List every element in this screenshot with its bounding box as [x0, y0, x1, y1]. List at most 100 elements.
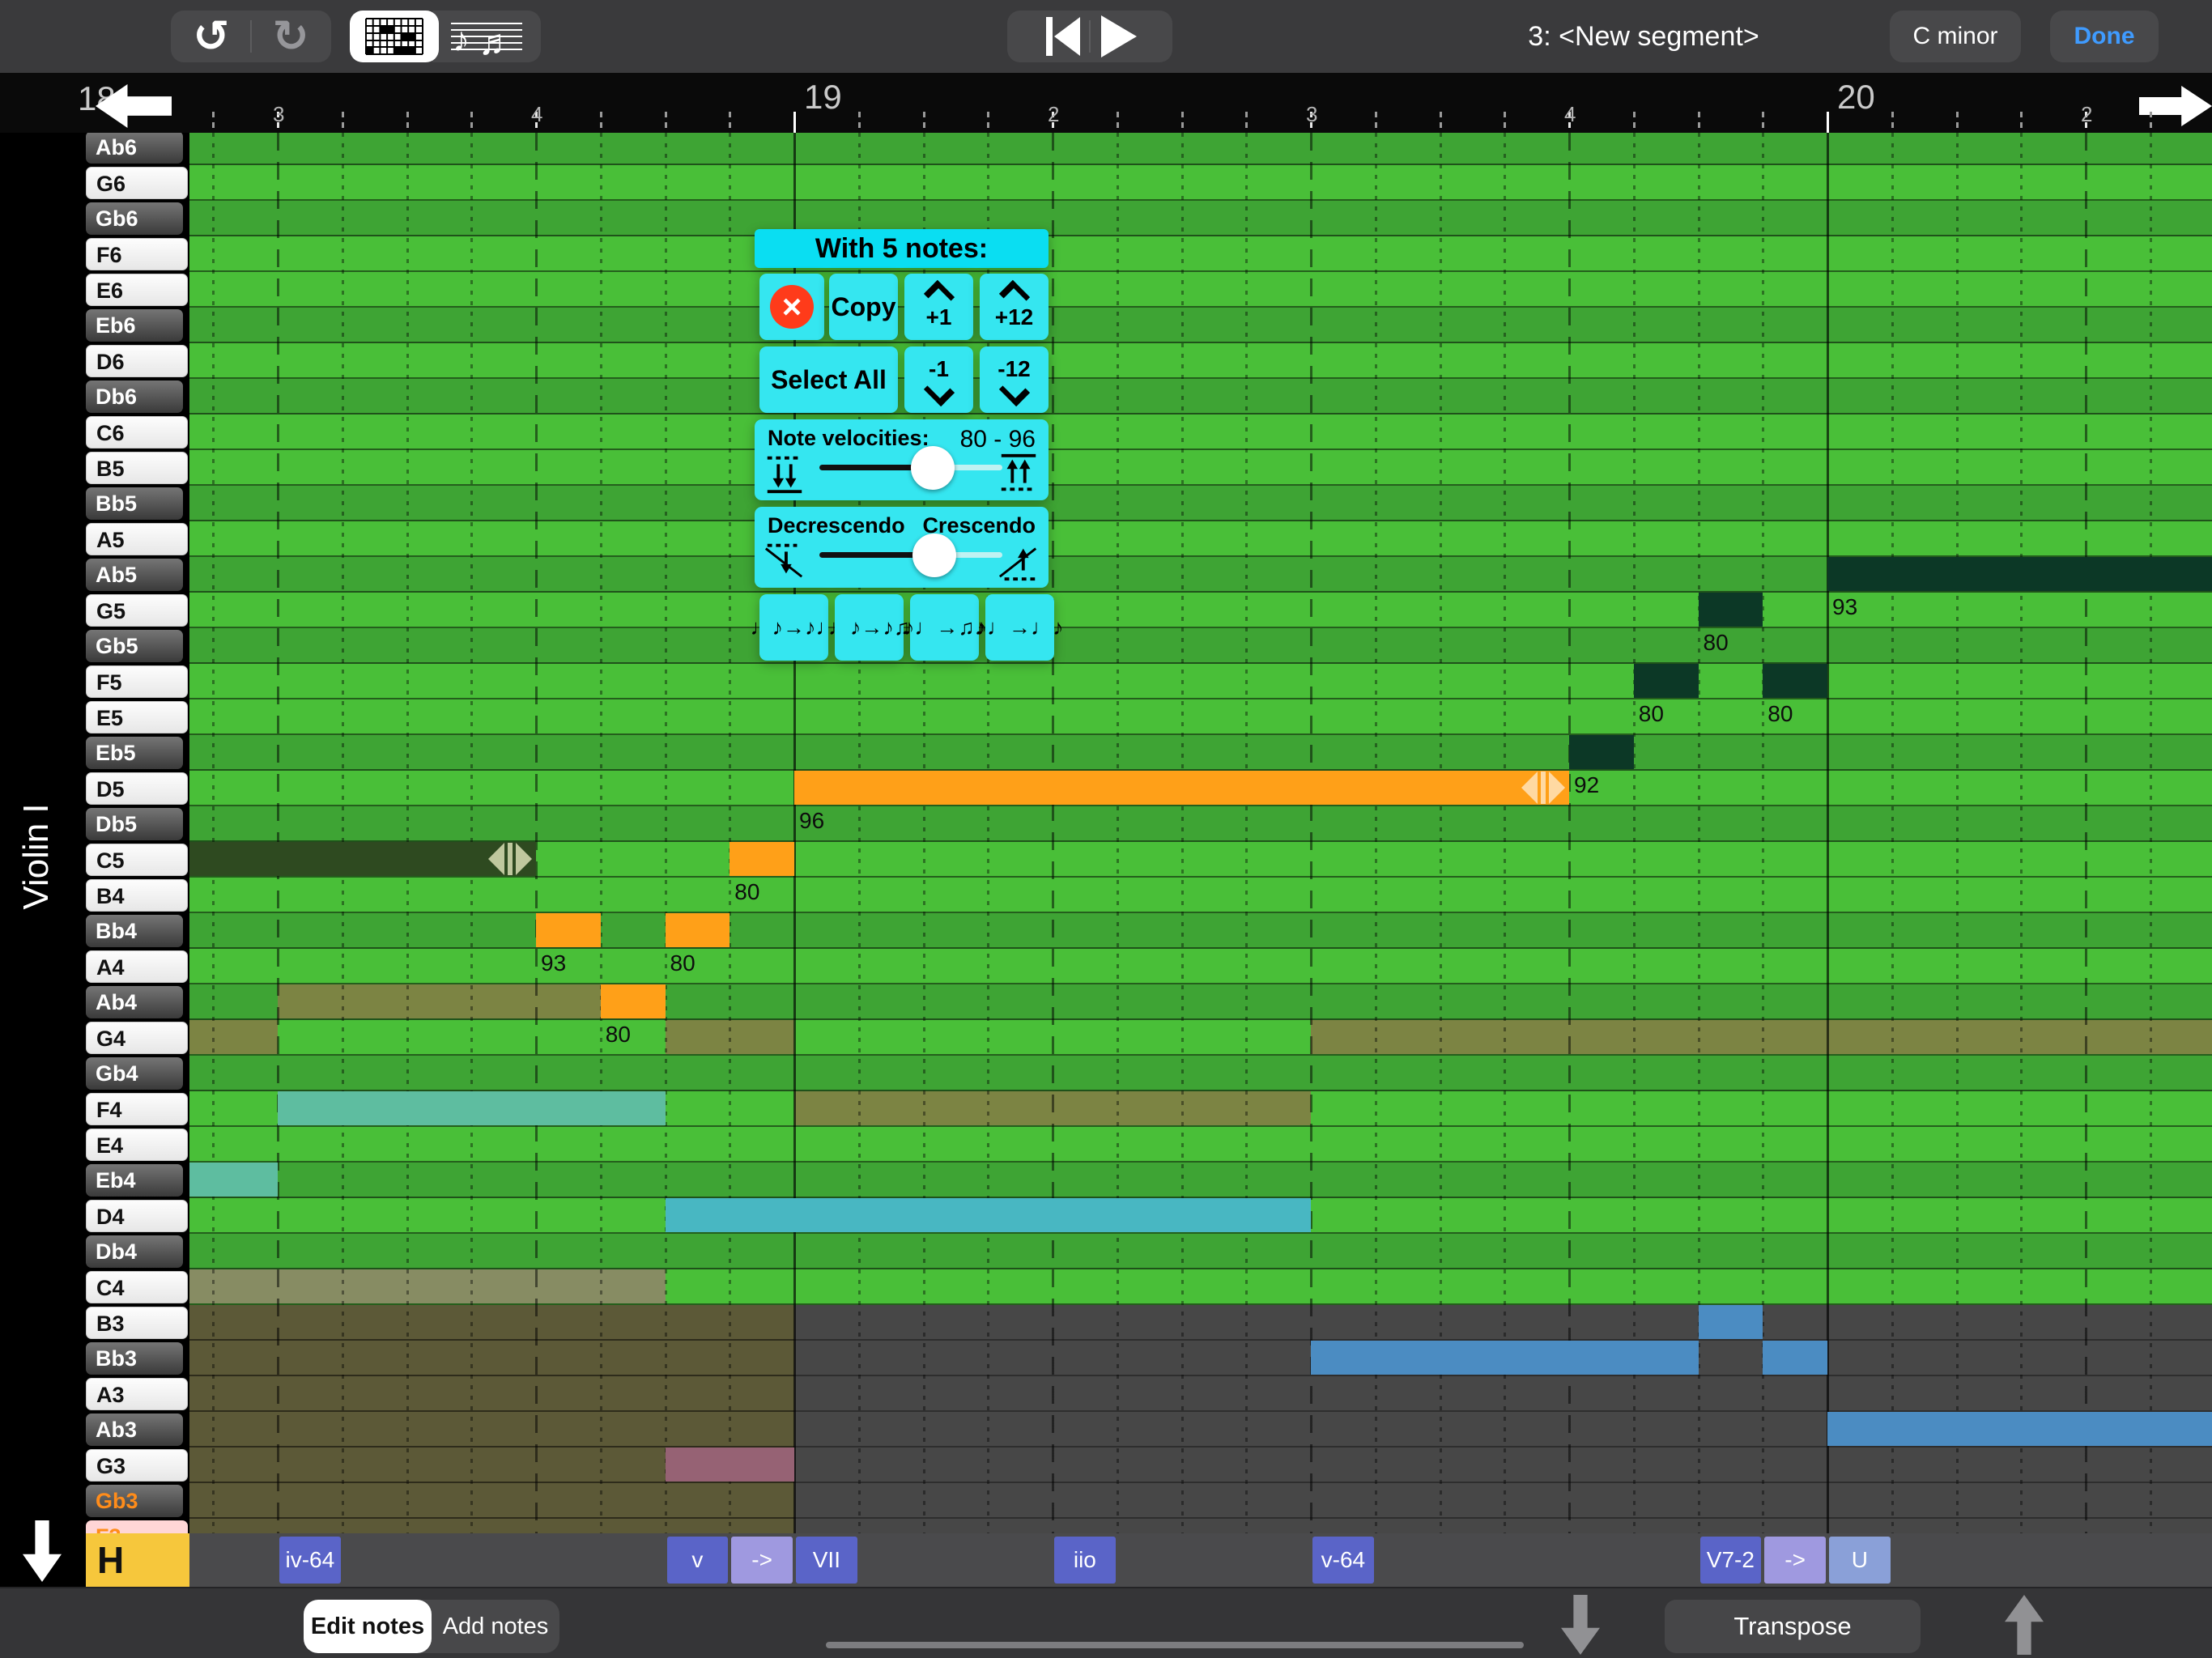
- row-background[interactable]: [189, 133, 2212, 165]
- key-label-Ab6[interactable]: Ab6: [86, 133, 183, 164]
- key-label-F6[interactable]: F6: [86, 238, 188, 270]
- chord-v[interactable]: v: [667, 1537, 729, 1584]
- row-background[interactable]: [189, 913, 2212, 949]
- transpose-up-12-button[interactable]: +12: [980, 274, 1049, 340]
- note-Ab5[interactable]: [1827, 557, 2212, 591]
- harmony-row-label[interactable]: H: [86, 1533, 189, 1587]
- rewind-to-start-icon[interactable]: [1036, 15, 1089, 57]
- key-label-Eb5[interactable]: Eb5: [86, 737, 183, 769]
- key-label-D5[interactable]: D5: [86, 772, 188, 805]
- chord-U[interactable]: U: [1829, 1537, 1891, 1584]
- row-background-low-left[interactable]: [189, 1305, 794, 1341]
- key-label-A3[interactable]: A3: [86, 1378, 188, 1410]
- row-background[interactable]: [189, 699, 2212, 735]
- score-view-button[interactable]: ♪ ♬: [432, 11, 541, 62]
- piano-roll-view-button[interactable]: [350, 11, 439, 62]
- transpose-down-1-button[interactable]: -1: [904, 346, 973, 413]
- velocity-max-icon[interactable]: [997, 452, 1040, 495]
- note-Bb3[interactable]: [1311, 1341, 1699, 1375]
- row-background[interactable]: [189, 414, 2212, 450]
- key-label-E5[interactable]: E5: [86, 701, 188, 733]
- key-label-Gb3[interactable]: Gb3: [86, 1485, 183, 1517]
- row-background-low-left[interactable]: [189, 1376, 794, 1412]
- key-label-G3[interactable]: G3: [86, 1449, 188, 1482]
- note-Ab4-selected[interactable]: [601, 984, 666, 1018]
- row-background[interactable]: [189, 878, 2212, 913]
- key-label-G6[interactable]: G6: [86, 167, 188, 199]
- row-background-low-left[interactable]: [189, 1412, 794, 1448]
- row-background[interactable]: [189, 165, 2212, 201]
- play-icon[interactable]: [1091, 15, 1144, 57]
- scroll-down-white-arrow-icon[interactable]: [23, 1520, 62, 1582]
- row-background[interactable]: [189, 1056, 2212, 1091]
- rhythm-swap-button-4[interactable]: ♪♩→♩♪: [985, 594, 1054, 661]
- row-background[interactable]: [189, 236, 2212, 272]
- note-G3[interactable]: [666, 1448, 795, 1482]
- chord-->[interactable]: ->: [731, 1537, 793, 1584]
- key-label-F5[interactable]: F5: [86, 665, 188, 698]
- row-background-low-left[interactable]: [189, 1341, 794, 1376]
- key-label-A4[interactable]: A4: [86, 950, 188, 983]
- key-label-Gb4[interactable]: Gb4: [86, 1057, 183, 1090]
- tab-edit-notes[interactable]: Edit notes: [304, 1600, 432, 1653]
- key-label-Eb6[interactable]: Eb6: [86, 309, 183, 342]
- key-label-C4[interactable]: C4: [86, 1271, 188, 1303]
- note-Eb5[interactable]: [1569, 735, 1634, 769]
- horizontal-scrollbar[interactable]: [826, 1642, 1524, 1648]
- note-Ab3[interactable]: [1827, 1412, 2212, 1446]
- transpose-down-12-button[interactable]: -12: [980, 346, 1049, 413]
- note-B3[interactable]: [1699, 1305, 1763, 1339]
- row-background[interactable]: [189, 308, 2212, 343]
- rhythm-swap-button-1[interactable]: ♩♪→♪♩: [759, 594, 828, 661]
- key-label-D6[interactable]: D6: [86, 345, 188, 377]
- delete-notes-button[interactable]: ×: [759, 274, 824, 340]
- row-background[interactable]: [189, 486, 2212, 521]
- octave-up-arrow-icon[interactable]: [2005, 1595, 2044, 1655]
- row-background[interactable]: [189, 343, 2212, 379]
- decrescendo-icon[interactable]: [763, 539, 806, 583]
- chord-iio[interactable]: iio: [1054, 1537, 1116, 1584]
- tab-add-notes[interactable]: Add notes: [432, 1600, 559, 1653]
- key-label-B5[interactable]: B5: [86, 452, 188, 484]
- row-background[interactable]: [189, 593, 2212, 628]
- key-button[interactable]: C minor: [1890, 11, 2021, 62]
- key-label-Bb5[interactable]: Bb5: [86, 487, 183, 520]
- chord-->[interactable]: ->: [1764, 1537, 1826, 1584]
- key-label-F3[interactable]: F3: [86, 1520, 188, 1533]
- row-background[interactable]: [189, 664, 2212, 699]
- row-background[interactable]: [189, 1234, 2212, 1269]
- key-label-C5[interactable]: C5: [86, 844, 188, 876]
- key-label-B4[interactable]: B4: [86, 879, 188, 912]
- key-label-G4[interactable]: G4: [86, 1022, 188, 1054]
- row-background[interactable]: [189, 1127, 2212, 1163]
- key-label-D4[interactable]: D4: [86, 1200, 188, 1232]
- note-F4[interactable]: [278, 1091, 666, 1125]
- row-background[interactable]: [189, 735, 2212, 771]
- note-C5[interactable]: [189, 842, 536, 876]
- key-label-Gb6[interactable]: Gb6: [86, 202, 183, 235]
- note-resize-handle[interactable]: [488, 843, 532, 875]
- note-F5[interactable]: [1763, 664, 1827, 698]
- key-label-Bb3[interactable]: Bb3: [86, 1342, 183, 1375]
- note-D4[interactable]: [666, 1198, 1312, 1232]
- key-label-Ab5[interactable]: Ab5: [86, 559, 183, 591]
- transpose-button[interactable]: Transpose: [1665, 1600, 1921, 1653]
- note-D5-selected[interactable]: [794, 771, 1569, 805]
- key-label-Db6[interactable]: Db6: [86, 380, 183, 413]
- row-background[interactable]: [189, 521, 2212, 557]
- key-label-Ab4[interactable]: Ab4: [86, 986, 183, 1018]
- transpose-up-1-button[interactable]: +1: [904, 274, 973, 340]
- key-label-C6[interactable]: C6: [86, 416, 188, 449]
- note-G5[interactable]: [1699, 593, 1763, 627]
- note-Eb4[interactable]: [189, 1163, 278, 1197]
- key-label-Gb5[interactable]: Gb5: [86, 630, 183, 662]
- row-background-low-left[interactable]: [189, 1483, 794, 1519]
- key-label-E4[interactable]: E4: [86, 1129, 188, 1161]
- row-background[interactable]: [189, 379, 2212, 414]
- row-background[interactable]: [189, 450, 2212, 486]
- row-background[interactable]: [189, 628, 2212, 664]
- key-label-Ab3[interactable]: Ab3: [86, 1414, 183, 1446]
- timeline-ruler[interactable]: 18 3419234202: [0, 73, 2212, 133]
- chord-iv-64[interactable]: iv-64: [279, 1537, 341, 1584]
- velocity-slider-thumb[interactable]: [911, 446, 955, 490]
